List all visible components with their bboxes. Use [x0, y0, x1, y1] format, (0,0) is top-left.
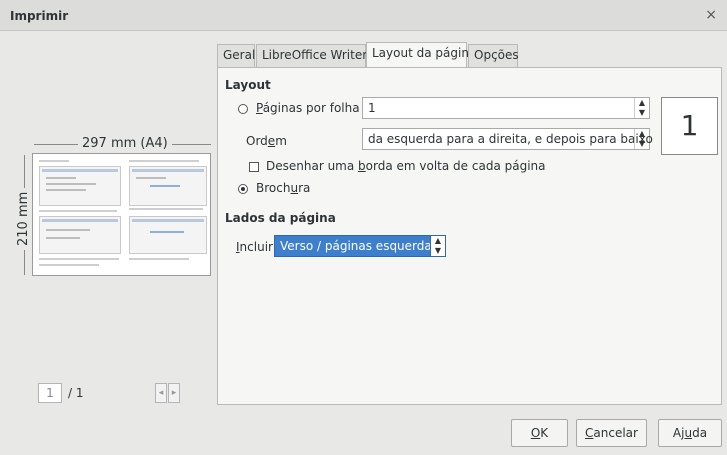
- include-label: Incluir: [236, 240, 273, 254]
- spin-arrows-icon[interactable]: ▲ ▼: [634, 98, 649, 118]
- order-value: da esquerda para a direita, e depois par…: [368, 132, 653, 146]
- spin-arrows-icon[interactable]: ▲ ▼: [430, 236, 445, 256]
- ok-button[interactable]: OK: [511, 419, 568, 447]
- include-combo[interactable]: Verso / páginas esquerdas ▲ ▼: [274, 235, 446, 257]
- preview-text-line: [39, 210, 117, 212]
- tab-libreoffice-writer[interactable]: LibreOffice Writer: [256, 44, 367, 67]
- preview-text-line: [129, 258, 189, 260]
- pages-per-sheet-combo[interactable]: 1 ▲ ▼: [362, 97, 650, 119]
- preview-thumb: [129, 216, 207, 254]
- page-total-label: / 1: [68, 386, 84, 400]
- brochure-label: Brochura: [256, 181, 311, 195]
- preview-thumb: [39, 166, 121, 206]
- order-label: Ordem: [246, 134, 287, 148]
- tab-general[interactable]: Geral: [217, 44, 255, 67]
- next-page-button[interactable]: ▸: [168, 383, 180, 403]
- pages-per-sheet-preview-number: 1: [661, 97, 718, 155]
- preview-text-line: [129, 160, 199, 162]
- layout-heading: Layout: [225, 78, 271, 92]
- draw-border-checkbox[interactable]: [249, 162, 259, 172]
- page-preview: [32, 153, 211, 276]
- preview-thumb: [129, 166, 207, 206]
- title-bar: Imprimir ×: [0, 0, 727, 31]
- page-number-input[interactable]: 1: [38, 383, 62, 403]
- tab-page-layout[interactable]: Layout da página: [366, 42, 476, 67]
- close-icon[interactable]: ×: [705, 7, 717, 23]
- cancel-button[interactable]: Cancelar: [576, 419, 647, 447]
- spin-arrows-icon[interactable]: ▲ ▼: [634, 129, 649, 149]
- preview-text-line: [39, 258, 119, 260]
- help-button[interactable]: Ajuda: [658, 419, 722, 447]
- pages-per-sheet-label: Páginas por folha: [256, 101, 360, 115]
- window-title: Imprimir: [10, 9, 69, 23]
- include-value: Verso / páginas esquerdas: [280, 239, 438, 253]
- order-combo[interactable]: da esquerda para a direita, e depois par…: [362, 128, 653, 150]
- tab-options[interactable]: Opções: [468, 44, 519, 67]
- preview-text-line: [39, 160, 69, 162]
- brochure-radio[interactable]: [238, 184, 248, 194]
- draw-border-label: Desenhar uma borda em volta de cada pági…: [266, 159, 546, 173]
- page-sides-heading: Lados da página: [225, 211, 336, 225]
- width-dimension-label: 297 mm (A4): [78, 136, 172, 151]
- pages-per-sheet-value: 1: [368, 101, 376, 115]
- pages-per-sheet-radio[interactable]: [238, 104, 248, 114]
- preview-text-line: [129, 208, 203, 210]
- height-dimension-label: 210 mm: [16, 187, 31, 250]
- preview-text-line: [39, 264, 99, 266]
- preview-thumb: [39, 216, 121, 254]
- previous-page-button[interactable]: ◂: [155, 383, 167, 403]
